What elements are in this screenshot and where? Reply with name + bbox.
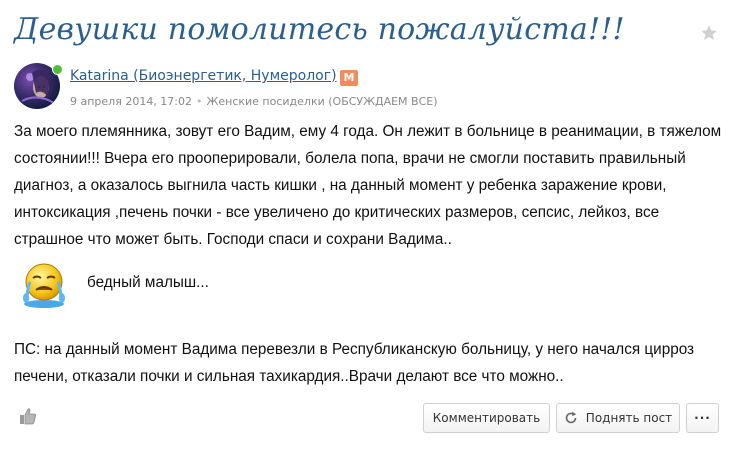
star-icon[interactable] <box>700 24 718 42</box>
online-status-dot <box>52 64 63 75</box>
emoji-caption: бедный малыш... <box>87 274 209 291</box>
post-title[interactable]: Девушки помолитесь пожалуйста!!! <box>14 12 625 47</box>
more-options-button[interactable]: ··· <box>686 403 719 433</box>
raise-post-button[interactable]: Поднять пост <box>556 403 680 433</box>
post-meta: 9 апреля 2014, 17:02 • Женские посиделки (… <box>70 95 438 108</box>
post-date: 9 апреля 2014, 17:02 <box>70 95 193 108</box>
gender-badge: М <box>340 70 358 86</box>
meta-separator: • <box>196 95 203 108</box>
refresh-icon <box>565 411 577 424</box>
post-postscript: ПС: на данный момент Вадима перевезли в … <box>14 341 695 385</box>
author-link[interactable]: Katarina (Биоэнергетик, Нумеролог) <box>70 68 337 84</box>
comment-button[interactable]: Комментировать <box>423 403 550 433</box>
thumbs-up-icon[interactable] <box>18 406 38 426</box>
post-category[interactable]: Женские посиделки (ОБСУЖДАЕМ ВСЕ) <box>207 95 438 108</box>
crying-smiley-icon <box>23 263 65 308</box>
raise-post-label: Поднять пост <box>585 411 673 425</box>
post-body: За моего племянника, зовут его Вадим, ем… <box>14 123 722 248</box>
